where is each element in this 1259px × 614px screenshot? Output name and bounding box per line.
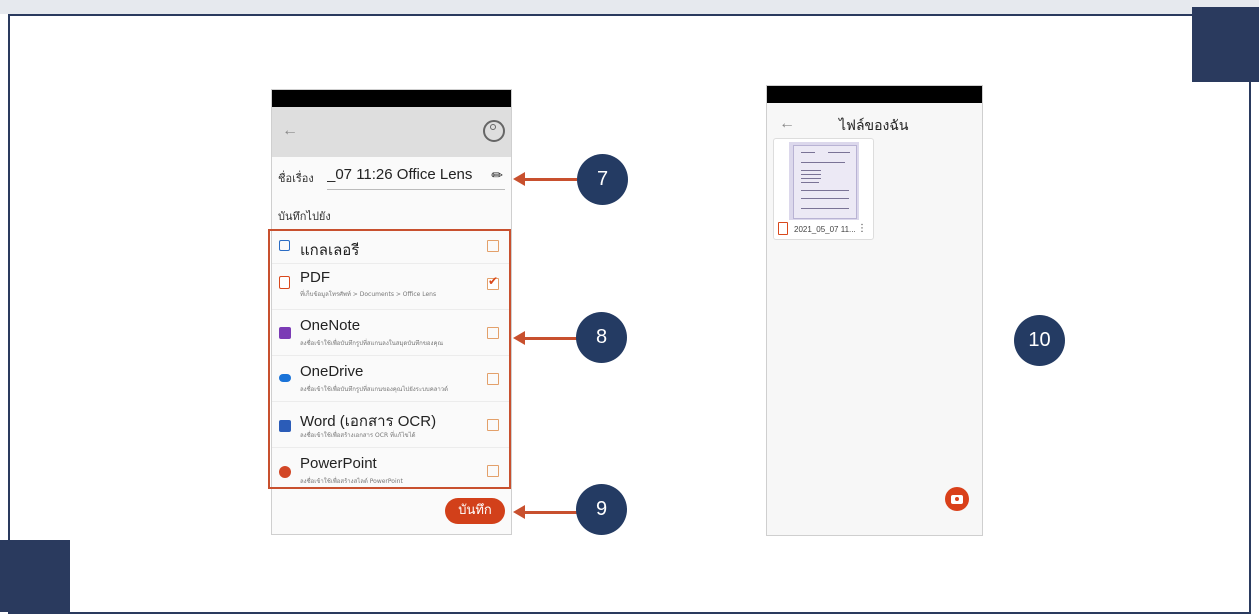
pencil-icon[interactable]: ✏: [491, 161, 503, 189]
back-arrow-icon[interactable]: ←: [779, 115, 795, 133]
callout-arrow-7: [513, 172, 577, 186]
more-options-icon[interactable]: ⋮: [857, 223, 867, 234]
file-thumbnail: [789, 142, 859, 220]
status-bar: [767, 86, 982, 103]
account-icon[interactable]: [483, 120, 505, 142]
back-arrow-icon[interactable]: ←: [282, 122, 298, 140]
file-name: 2021_05_07 11...: [794, 225, 856, 234]
save-to-label: บันทึกไปยัง: [278, 210, 331, 223]
callout-10: 10: [1014, 315, 1065, 366]
app-bar: ← ไฟล์ของฉัน: [767, 103, 982, 139]
corner-decoration-top-right: [1192, 7, 1259, 82]
page-title: ไฟล์ของฉัน: [839, 118, 909, 134]
callout-arrow-9: [513, 505, 577, 519]
title-label: ชื่อเรื่อง: [278, 172, 314, 185]
status-bar: [272, 90, 511, 107]
callout-8: 8: [576, 312, 627, 363]
callout-arrow-8: [513, 331, 577, 345]
corner-decoration-bottom-left: [0, 540, 70, 612]
destinations-highlight-frame: [268, 229, 511, 489]
file-card[interactable]: 2021_05_07 11... ⋮: [773, 138, 874, 240]
title-value: _07 11:26 Office Lens: [327, 166, 473, 183]
app-bar: ←: [272, 107, 511, 157]
top-strip: [0, 0, 1259, 14]
callout-9: 9: [576, 484, 627, 535]
camera-button[interactable]: [945, 487, 969, 511]
document-preview: [793, 145, 857, 219]
pdf-icon: [778, 222, 788, 235]
title-row: ชื่อเรื่อง _07 11:26 Office Lens ✏: [272, 157, 511, 197]
title-input[interactable]: _07 11:26 Office Lens ✏: [327, 161, 505, 190]
my-files-phone: ← ไฟล์ของฉัน 2021_05_07 11... ⋮: [766, 85, 983, 536]
save-button[interactable]: บันทึก: [445, 498, 505, 524]
page-frame: [8, 14, 1251, 614]
callout-7: 7: [577, 154, 628, 205]
